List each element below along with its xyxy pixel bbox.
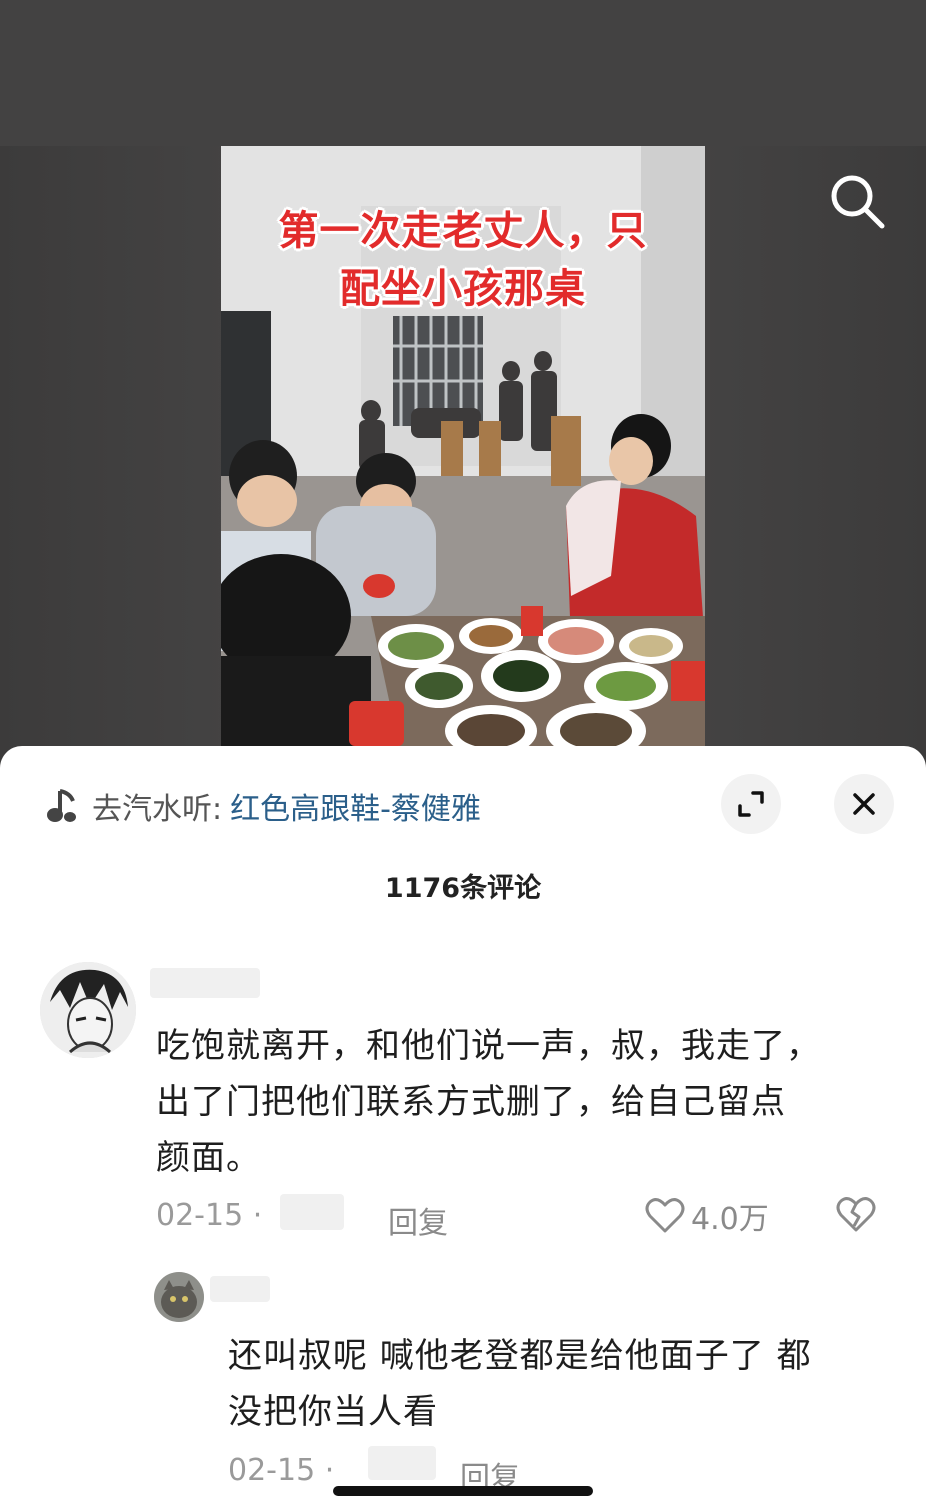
video-caption-line-2: 配坐小孩那桌 bbox=[340, 266, 586, 312]
video-caption-line-1: 第一次走老丈人，只 bbox=[278, 208, 648, 254]
reply-body: 还叫叔呢 喊他老登都是给他面子了 都 没把你当人看 bbox=[228, 1328, 812, 1440]
search-button[interactable] bbox=[826, 170, 888, 232]
comment-count: 1176条评论 bbox=[384, 873, 542, 904]
comment-reply-button[interactable]: 回复 bbox=[388, 1198, 448, 1242]
replier-avatar[interactable] bbox=[154, 1272, 204, 1322]
location-blurred bbox=[280, 1194, 344, 1230]
close-icon bbox=[853, 793, 875, 815]
close-button[interactable] bbox=[834, 774, 894, 834]
video-player[interactable]: 第一次走老丈人，只 配坐小孩那桌 bbox=[221, 146, 705, 756]
music-title-link[interactable]: 红色高跟鞋-蔡健雅 bbox=[230, 784, 481, 828]
music-row[interactable]: 去汽水听: 红色高跟鞋-蔡健雅 bbox=[46, 784, 481, 828]
username-blurred[interactable] bbox=[150, 968, 260, 998]
reply-line-2: 没把你当人看 bbox=[228, 1392, 438, 1432]
music-note-icon bbox=[47, 789, 76, 822]
like-count: 4.0万 bbox=[691, 1202, 769, 1237]
comment-date: 02-15 · bbox=[156, 1198, 263, 1233]
commenter-avatar[interactable] bbox=[40, 962, 136, 1058]
dislike-button[interactable] bbox=[836, 1196, 876, 1238]
like-button[interactable]: 4.0万 bbox=[645, 1194, 769, 1238]
comment-line-1: 吃饱就离开，和他们说一声，叔，我走了， bbox=[156, 1026, 821, 1066]
expand-button[interactable] bbox=[721, 774, 781, 834]
video-top-background bbox=[0, 0, 926, 146]
home-indicator[interactable] bbox=[333, 1486, 593, 1496]
video-caption: 第一次走老丈人，只 配坐小孩那桌 bbox=[221, 202, 705, 318]
music-prefix: 去汽水听: bbox=[92, 792, 223, 827]
comment-line-2: 出了门把他们联系方式删了，给自己留点 bbox=[156, 1082, 786, 1122]
avatar-image bbox=[40, 962, 136, 1058]
search-icon bbox=[831, 175, 885, 229]
avatar-image bbox=[154, 1272, 204, 1322]
reply-line-1: 还叫叔呢 喊他老登都是给他面子了 都 bbox=[228, 1336, 812, 1376]
comment-body: 吃饱就离开，和他们说一声，叔，我走了， 出了门把他们联系方式删了，给自己留点 颜… bbox=[156, 1018, 821, 1186]
heart-icon bbox=[645, 1198, 685, 1233]
comment-sheet: 去汽水听: 红色高跟鞋-蔡健雅 1176条评论 吃饱就离开，和他们说一声，叔，我… bbox=[0, 746, 926, 1499]
reply-date: 02-15 · bbox=[228, 1453, 335, 1488]
comment-line-3: 颜面。 bbox=[156, 1138, 261, 1178]
reply-username-blurred[interactable] bbox=[210, 1276, 270, 1302]
broken-heart-icon bbox=[836, 1197, 876, 1232]
expand-icon bbox=[738, 791, 764, 817]
reply-location-blurred bbox=[368, 1446, 436, 1480]
